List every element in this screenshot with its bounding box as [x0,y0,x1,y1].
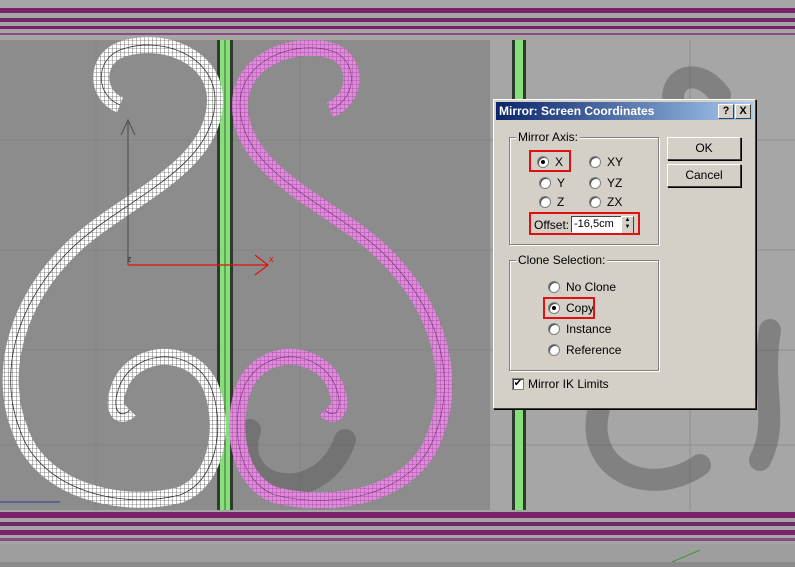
axis-label-xy: XY [607,155,624,169]
dialog-title: Mirror: Screen Coordinates [499,104,655,118]
highlight-offset [529,212,640,235]
axis-radio-yz[interactable]: YZ [589,176,622,190]
highlight-x [529,150,571,172]
axis-label-yz: YZ [607,176,623,190]
clone-radio-instance[interactable]: Instance [548,322,611,336]
clone-radio-reference[interactable]: Reference [548,343,621,357]
bottom-frame-bar [0,510,795,562]
axis-radio-xy[interactable]: XY [589,155,623,169]
mirror-ik-label: Mirror IK Limits [528,377,609,391]
radio-dot [548,281,560,293]
gizmo-z-label: z [127,254,132,264]
axis-label-y: Y [557,176,566,190]
clone-label-no-clone: No Clone [566,280,617,294]
axis-label-z: Z [557,195,565,209]
radio-dot [548,323,560,335]
help-button[interactable]: ? [718,104,734,119]
radio-dot [589,196,601,208]
radio-dot [548,344,560,356]
clone-radio-no-clone[interactable]: No Clone [548,280,616,294]
highlight-copy [543,297,595,319]
close-button[interactable]: X [735,104,751,119]
mirror-axis-label: Mirror Axis: [516,130,580,144]
radio-dot [589,156,601,168]
gizmo-x-label: x [269,254,274,264]
mirror-dialog: Mirror: Screen Coordinates ? X Mirror Ax… [493,99,756,409]
radio-dot [539,196,551,208]
axis-radio-zx[interactable]: ZX [589,195,622,209]
radio-dot [539,177,551,189]
mirror-ik-checkbox[interactable]: ✔ [512,378,524,390]
cancel-button[interactable]: Cancel [667,164,741,187]
top-frame-bar [0,0,795,40]
dialog-titlebar[interactable]: Mirror: Screen Coordinates ? X [496,102,753,120]
clone-selection-label: Clone Selection: [516,253,608,267]
clone-label-reference: Reference [566,343,622,357]
axis-label-zx: ZX [607,195,623,209]
axis-radio-y[interactable]: Y [539,176,565,190]
clone-label-instance: Instance [566,322,612,336]
radio-dot [589,177,601,189]
axis-radio-z[interactable]: Z [539,195,564,209]
ok-button[interactable]: OK [667,137,741,160]
